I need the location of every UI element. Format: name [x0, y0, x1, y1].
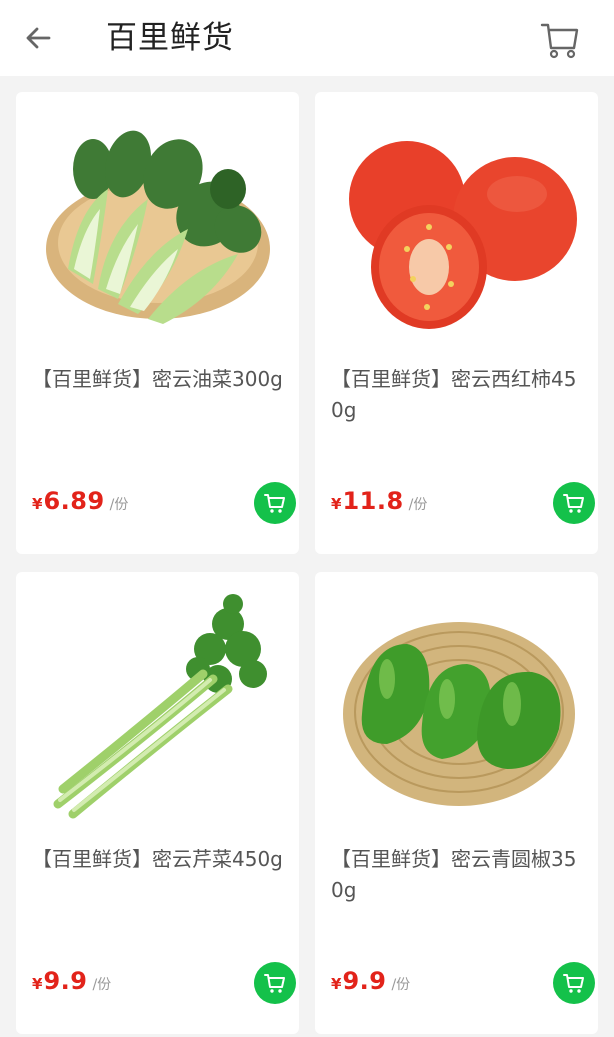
price: ¥ 6.89 /份 — [32, 487, 128, 521]
product-name[interactable]: 【百里鲜货】密云油菜300g — [32, 364, 287, 395]
price-unit: /份 — [391, 977, 411, 993]
price-value: 9.9 — [342, 967, 387, 995]
currency-symbol: ¥ — [32, 495, 43, 513]
add-to-cart-button[interactable] — [254, 482, 296, 524]
cart-icon — [264, 494, 285, 513]
add-to-cart-button[interactable] — [553, 482, 595, 524]
price: ¥ 11.8 /份 — [331, 487, 427, 521]
product-image-tomatoes[interactable] — [329, 104, 584, 354]
currency-symbol: ¥ — [331, 975, 342, 993]
cart-icon — [540, 23, 579, 59]
product-card[interactable]: 【百里鲜货】密云芹菜450g ¥ 9.9 /份 — [16, 572, 299, 1034]
price-value: 11.8 — [342, 487, 404, 515]
cart-icon — [563, 494, 584, 513]
arrow-left-icon — [26, 27, 51, 49]
top-bar: 百里鲜货 — [0, 0, 614, 76]
product-card[interactable]: 【百里鲜货】密云西红柿450g ¥ 11.8 /份 — [315, 92, 598, 554]
product-name[interactable]: 【百里鲜货】密云青圆椒350g — [331, 844, 586, 906]
currency-symbol: ¥ — [331, 495, 342, 513]
page-title: 百里鲜货 — [106, 20, 234, 56]
price-value: 9.9 — [43, 967, 88, 995]
price: ¥ 9.9 /份 — [32, 967, 111, 1001]
price: ¥ 9.9 /份 — [331, 967, 410, 1001]
price-unit: /份 — [408, 497, 428, 513]
cart-icon — [563, 974, 584, 993]
product-image-celery[interactable] — [30, 584, 285, 834]
back-button[interactable] — [18, 18, 58, 58]
product-card[interactable]: 【百里鲜货】密云油菜300g ¥ 6.89 /份 — [16, 92, 299, 554]
product-grid: 【百里鲜货】密云油菜300g ¥ 6.89 /份 【百里鲜货】密云西红柿450g… — [0, 76, 614, 1037]
price-unit: /份 — [92, 977, 112, 993]
cart-icon — [264, 974, 285, 993]
add-to-cart-button[interactable] — [553, 962, 595, 1004]
product-image-bok-choy[interactable] — [30, 104, 285, 354]
price-value: 6.89 — [43, 487, 105, 515]
cart-button[interactable] — [536, 16, 584, 64]
add-to-cart-button[interactable] — [254, 962, 296, 1004]
currency-symbol: ¥ — [32, 975, 43, 993]
product-name[interactable]: 【百里鲜货】密云西红柿450g — [331, 364, 586, 426]
price-unit: /份 — [109, 497, 129, 513]
product-card[interactable]: 【百里鲜货】密云青圆椒350g ¥ 9.9 /份 — [315, 572, 598, 1034]
product-image-green-peppers[interactable] — [329, 584, 584, 834]
product-name[interactable]: 【百里鲜货】密云芹菜450g — [32, 844, 287, 875]
